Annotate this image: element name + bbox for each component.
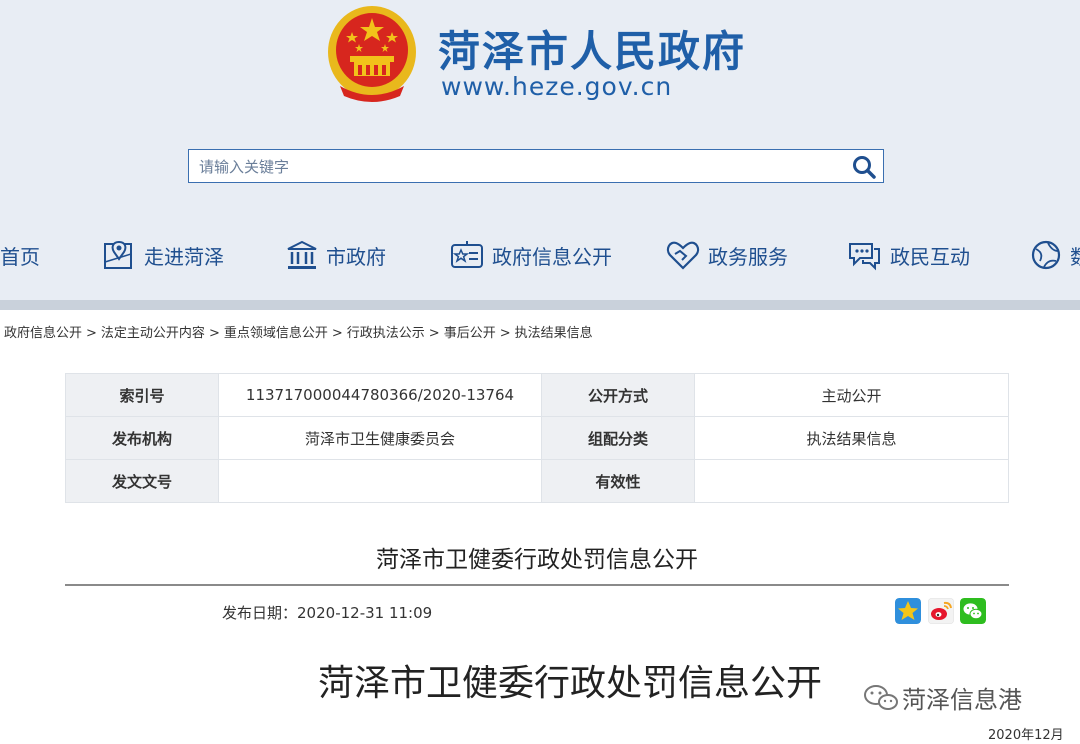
map-pin-icon xyxy=(104,240,132,269)
national-emblem-icon xyxy=(328,6,416,102)
breadcrumb-separator: > xyxy=(331,326,343,341)
org-label: 发布机构 xyxy=(65,416,219,460)
document-date: 2020年12月 xyxy=(988,728,1064,743)
nav-item-about-heze[interactable]: 走进菏泽 xyxy=(102,230,224,280)
index-value: 113717000044780366/2020-13764 xyxy=(218,373,542,417)
table-row: 索引号 113717000044780366/2020-13764 公开方式 主… xyxy=(65,373,1009,417)
qzone-share-icon[interactable] xyxy=(895,598,921,624)
table-row: 发布机构 菏泽市卫生健康委员会 组配分类 执法结果信息 xyxy=(65,416,1009,460)
publish-date-value: 2020-12-31 11:09 xyxy=(297,604,433,622)
watermark: 菏泽信息港 xyxy=(862,680,1022,715)
nav-item-label: 政民互动 xyxy=(890,244,970,269)
breadcrumb-item[interactable]: 政府信息公开 xyxy=(4,326,82,341)
search-input[interactable] xyxy=(197,154,841,180)
nav-item-gov-services[interactable]: 政务服务 xyxy=(666,230,788,280)
docno-label: 发文文号 xyxy=(65,459,219,503)
publish-date: 发布日期：2020-12-31 11:09 xyxy=(222,602,432,623)
weibo-share-icon[interactable] xyxy=(928,598,954,624)
site-url[interactable]: www.heze.gov.cn xyxy=(441,72,672,101)
nav-item-public-interaction[interactable]: 政民互动 xyxy=(846,230,970,280)
site-header: 菏泽市人民政府 www.heze.gov.cn 首页 走进菏泽 xyxy=(0,0,1080,300)
breadcrumb-item[interactable]: 执法结果信息 xyxy=(515,326,593,341)
nav-item-label: 首页 xyxy=(0,244,40,269)
nav-item-gov-info-disclosure[interactable]: 政府信息公开 xyxy=(450,230,612,280)
chat-bubble-icon xyxy=(849,243,880,271)
globe-icon xyxy=(1031,240,1061,270)
search-box xyxy=(188,149,884,183)
nav-item-label: 市政府 xyxy=(326,244,386,269)
nav-item-label: 政府信息公开 xyxy=(492,244,612,269)
watermark-text: 菏泽信息港 xyxy=(902,686,1022,714)
nav-item-city-government[interactable]: 市政府 xyxy=(286,230,386,280)
government-building-icon xyxy=(287,240,317,269)
mode-value: 主动公开 xyxy=(694,373,1009,417)
nav-item-label: 数 xyxy=(1070,241,1080,270)
category-value: 执法结果信息 xyxy=(694,416,1009,460)
validity-value xyxy=(694,459,1009,503)
site-title[interactable]: 菏泽市人民政府 xyxy=(438,18,746,79)
main-nav: 首页 走进菏泽 市政府 政府信息公开 政务服务 政民互动 xyxy=(0,230,1080,280)
breadcrumb-separator: > xyxy=(428,326,440,341)
breadcrumb-item[interactable]: 事后公开 xyxy=(444,326,496,341)
handshake-heart-icon xyxy=(666,241,700,270)
search-icon[interactable] xyxy=(851,154,877,180)
wechat-logo-icon xyxy=(864,684,898,710)
nav-item-label: 走进菏泽 xyxy=(144,244,224,269)
nav-item-home[interactable]: 首页 xyxy=(0,230,40,280)
nav-item-data[interactable]: 数 xyxy=(1030,230,1080,280)
title-divider xyxy=(65,584,1009,586)
publish-date-label: 发布日期： xyxy=(222,604,298,622)
wechat-share-icon[interactable] xyxy=(960,598,986,624)
nav-item-label: 政务服务 xyxy=(708,244,788,269)
breadcrumb-separator: > xyxy=(499,326,511,341)
table-row: 发文文号 有效性 xyxy=(65,459,1009,503)
breadcrumb-item[interactable]: 法定主动公开内容 xyxy=(101,326,205,341)
validity-label: 有效性 xyxy=(541,459,695,503)
breadcrumb-separator: > xyxy=(86,326,97,341)
header-divider xyxy=(0,300,1080,310)
document-meta-table: 索引号 113717000044780366/2020-13764 公开方式 主… xyxy=(65,373,1009,503)
docno-value xyxy=(218,459,542,503)
article-title: 菏泽市卫健委行政处罚信息公开 xyxy=(376,547,698,573)
breadcrumb-separator: > xyxy=(208,326,220,341)
breadcrumb: 政府信息公开 > 法定主动公开内容 > 重点领域信息公开 > 行政执法公示 > 事后公开 > 执法结… xyxy=(4,322,593,341)
org-value: 菏泽市卫生健康委员会 xyxy=(218,416,542,460)
breadcrumb-item[interactable]: 行政执法公示 xyxy=(347,326,425,341)
info-board-icon xyxy=(451,241,483,268)
index-label: 索引号 xyxy=(65,373,219,417)
category-label: 组配分类 xyxy=(541,416,695,460)
breadcrumb-item[interactable]: 重点领域信息公开 xyxy=(224,326,328,341)
mode-label: 公开方式 xyxy=(541,373,695,417)
